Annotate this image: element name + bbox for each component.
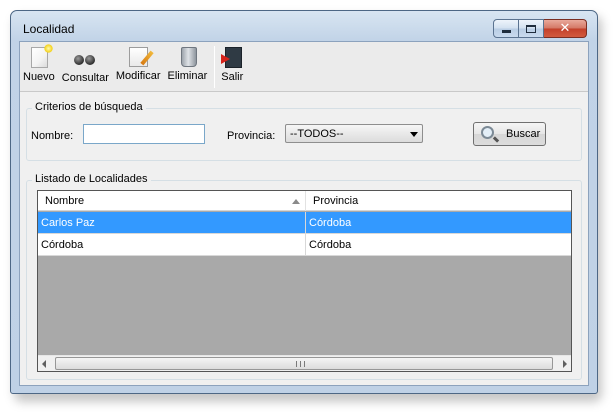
maximize-icon: [526, 24, 536, 33]
consultar-button[interactable]: Consultar: [62, 42, 109, 90]
scrollbar-grip-icon: [296, 361, 305, 367]
localidades-grid: Nombre Provincia Carlos Paz Córdoba Córd…: [37, 190, 572, 372]
search-criteria-title: Criterios de búsqueda: [32, 101, 146, 113]
salir-label: Salir: [221, 71, 244, 83]
provincia-label: Provincia:: [227, 130, 276, 142]
nuevo-label: Nuevo: [23, 71, 55, 83]
edit-document-icon: [128, 47, 148, 67]
nombre-label: Nombre:: [31, 130, 74, 142]
eliminar-button[interactable]: Eliminar: [167, 42, 208, 90]
column-header-provincia[interactable]: Provincia: [306, 191, 571, 211]
table-row[interactable]: Córdoba Córdoba: [38, 234, 571, 256]
localidad-window: Localidad ✕ Nuevo Consultar Modificar El…: [10, 10, 598, 394]
toolbar-separator: [214, 46, 216, 88]
close-icon: ✕: [559, 21, 571, 36]
grid-header: Nombre Provincia: [38, 191, 571, 211]
minimize-button[interactable]: [493, 19, 519, 38]
magnifier-icon: [481, 126, 494, 139]
column-header-nombre-label: Nombre: [45, 195, 85, 207]
scrollbar-thumb[interactable]: [55, 357, 553, 370]
toolbar: Nuevo Consultar Modificar Eliminar Salir: [20, 42, 588, 92]
eliminar-label: Eliminar: [167, 70, 208, 82]
sort-ascending-icon: [292, 199, 300, 204]
consultar-label: Consultar: [61, 72, 109, 84]
table-cell-nombre: Carlos Paz: [38, 212, 306, 234]
close-button[interactable]: ✕: [544, 19, 587, 38]
chevron-down-icon: [410, 132, 418, 137]
maximize-button[interactable]: [519, 19, 544, 38]
window-controls: ✕: [493, 19, 587, 39]
horizontal-scrollbar[interactable]: [38, 355, 571, 371]
search-criteria-group: Criterios de búsqueda Nombre: Provincia:…: [26, 101, 582, 161]
window-title: Localidad: [23, 22, 75, 36]
table-cell-provincia: Córdoba: [309, 217, 352, 229]
listing-group: Listado de Localidades Nombre Provincia …: [26, 173, 582, 380]
minimize-icon: [501, 29, 511, 33]
buscar-button[interactable]: Buscar: [473, 122, 546, 146]
nombre-input[interactable]: [83, 124, 205, 144]
salir-button[interactable]: Salir: [221, 42, 243, 90]
column-header-provincia-label: Provincia: [313, 195, 359, 207]
modificar-label: Modificar: [115, 70, 161, 82]
listing-title: Listado de Localidades: [32, 173, 151, 185]
table-cell-provincia: Córdoba: [309, 239, 352, 251]
exit-door-icon: [221, 47, 243, 68]
binoculars-icon: [74, 47, 96, 69]
window-client-area: Nuevo Consultar Modificar Eliminar Salir…: [19, 41, 589, 386]
table-cell-nombre: Córdoba: [38, 234, 306, 256]
column-header-nombre[interactable]: Nombre: [38, 191, 306, 211]
buscar-label: Buscar: [506, 128, 541, 140]
scroll-left-arrow-icon[interactable]: [42, 360, 46, 368]
nuevo-button[interactable]: Nuevo: [23, 42, 55, 90]
provincia-selected-value: --TODOS--: [290, 128, 344, 140]
new-document-icon: [31, 44, 54, 68]
scroll-right-arrow-icon[interactable]: [563, 360, 567, 368]
provincia-select[interactable]: --TODOS--: [285, 124, 423, 143]
modificar-button[interactable]: Modificar: [116, 42, 161, 90]
trash-can-icon: [180, 47, 197, 67]
table-row[interactable]: Carlos Paz Córdoba: [38, 212, 571, 234]
